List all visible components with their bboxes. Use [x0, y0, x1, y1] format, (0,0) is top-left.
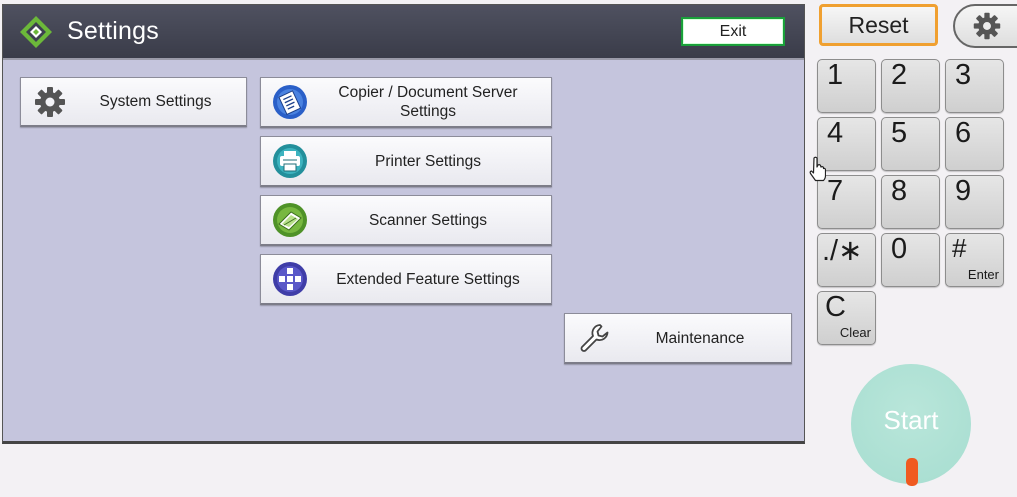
copier-settings-label-line1: Copier / Document Server — [338, 84, 518, 101]
maintenance-label: Maintenance — [655, 329, 745, 347]
key-8[interactable]: 8 — [881, 175, 940, 229]
key-1[interactable]: 1 — [817, 59, 876, 113]
settings-panel: Settings Exit System Settings Copier / D… — [2, 4, 805, 444]
extended-feature-settings-button[interactable]: Extended Feature Settings — [260, 254, 552, 305]
system-settings-button[interactable]: System Settings — [20, 77, 247, 127]
key-enter[interactable]: # Enter — [945, 233, 1004, 287]
gear-icon — [973, 12, 1001, 40]
scanner-icon — [271, 201, 309, 239]
start-indicator-light — [906, 458, 918, 486]
key-3[interactable]: 3 — [945, 59, 1004, 113]
diamond-logo-icon — [20, 16, 52, 48]
scanner-settings-button[interactable]: Scanner Settings — [260, 195, 552, 246]
system-settings-label: System Settings — [99, 93, 212, 110]
settings-tab-button[interactable] — [953, 4, 1017, 48]
key-5[interactable]: 5 — [881, 117, 940, 171]
page-title: Settings — [67, 17, 159, 45]
reset-button[interactable]: Reset — [819, 4, 938, 46]
copier-settings-label: Copier / Document Server Settings — [309, 83, 551, 121]
maintenance-button[interactable]: Maintenance — [564, 313, 792, 364]
extended-feature-settings-label: Extended Feature Settings — [336, 270, 520, 288]
key-0[interactable]: 0 — [881, 233, 940, 287]
printer-icon — [271, 142, 309, 180]
scanner-settings-label: Scanner Settings — [368, 211, 488, 229]
plus-cross-icon — [271, 260, 309, 298]
key-9[interactable]: 9 — [945, 175, 1004, 229]
copier-settings-label-line2: Settings — [399, 103, 456, 120]
exit-button[interactable]: Exit — [681, 17, 785, 46]
document-icon — [271, 83, 309, 121]
key-2[interactable]: 2 — [881, 59, 940, 113]
title-bar: Settings Exit — [3, 5, 804, 60]
key-7[interactable]: 7 — [817, 175, 876, 229]
gear-icon — [31, 83, 69, 121]
key-clear[interactable]: C Clear — [817, 291, 876, 345]
copier-document-server-settings-button[interactable]: Copier / Document Server Settings — [260, 77, 552, 128]
key-6[interactable]: 6 — [945, 117, 1004, 171]
key-dot-star[interactable]: ./∗ — [817, 233, 876, 287]
printer-settings-label: Printer Settings — [375, 152, 481, 170]
printer-settings-button[interactable]: Printer Settings — [260, 136, 552, 187]
wrench-icon — [575, 319, 613, 357]
hand-pointer-icon — [809, 156, 826, 182]
